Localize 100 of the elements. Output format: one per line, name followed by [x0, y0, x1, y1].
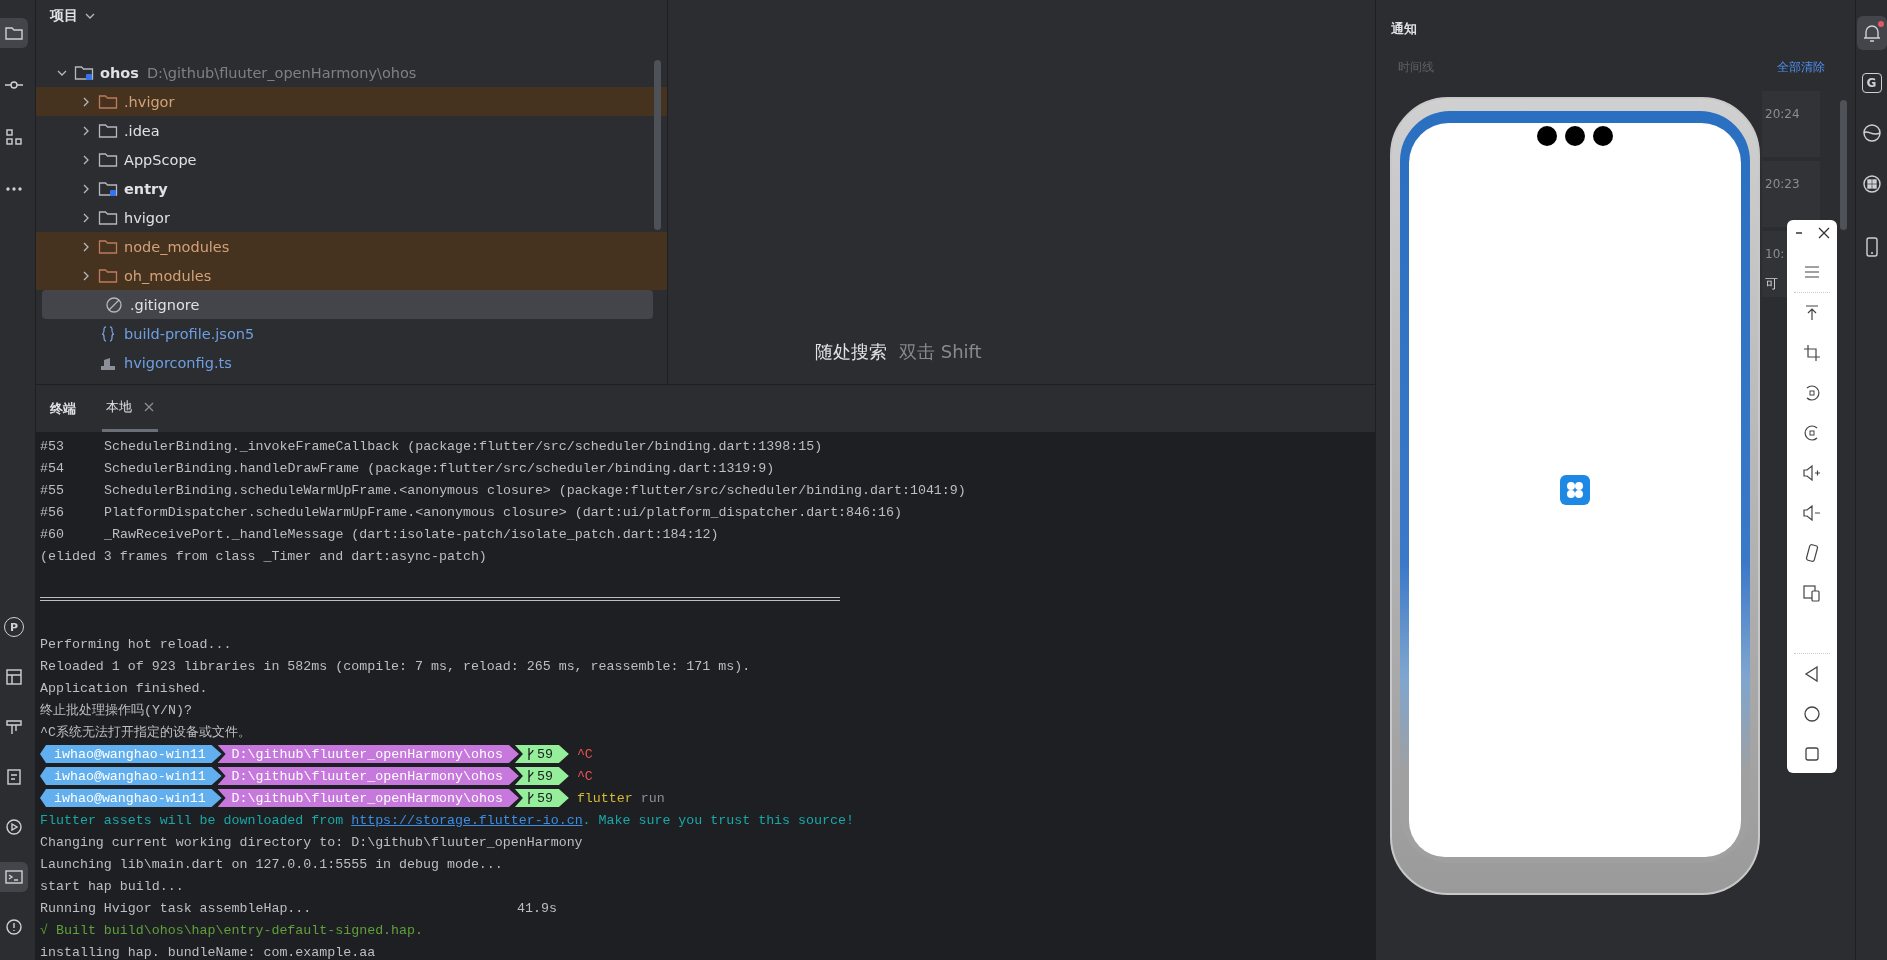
command-args: run [640, 790, 665, 806]
volume-down-icon[interactable] [1802, 503, 1822, 523]
success-line: √ Built build\ohos\hap\entry-default-signed.hap. [40, 922, 423, 938]
file-name: hvigor [124, 209, 170, 226]
terminal-tab[interactable]: 本地 [102, 385, 158, 432]
branch-icon [526, 747, 535, 761]
command-text: ^C [576, 768, 593, 784]
tree-item[interactable]: hvigorconfig.ts [36, 348, 667, 377]
notifications-title: 通知 [1391, 20, 1417, 38]
tree-item[interactable]: .hvigor [36, 87, 667, 116]
module-folder-icon [98, 179, 118, 198]
tree-item[interactable]: hvigor [36, 203, 667, 232]
volume-up-icon[interactable] [1802, 463, 1822, 483]
frame-number: #60 [40, 526, 65, 542]
clear-all-link[interactable]: 全部清除 [1777, 58, 1825, 76]
notification-card[interactable]: 20:23 [1762, 161, 1820, 227]
stack-frame: SchedulerBinding.scheduleWarmUpFrame.<anonymous closure> (package:flutter/src/scheduler/binding.dart:1041:9) [104, 482, 966, 498]
close-icon[interactable] [1817, 226, 1831, 240]
frame-number: #56 [40, 504, 65, 520]
branch-icon [526, 769, 535, 783]
camera-icon [1537, 125, 1613, 147]
frame-number: #53 [40, 438, 65, 454]
file-name: entry [124, 180, 168, 197]
file-name: AppScope [124, 151, 197, 168]
tree-item[interactable]: .idea [36, 116, 667, 145]
search-everywhere-hint: 随处搜索 [815, 340, 887, 364]
prompt-user-segment: iwhao@wanghao-win11 [40, 745, 222, 763]
prompt-user-segment: iwhao@wanghao-win11 [40, 789, 222, 807]
project-icon[interactable] [0, 18, 28, 48]
prompt-path-segment: D:\github\fluuter_openHarmony\ohos [217, 789, 519, 807]
recents-icon[interactable] [1802, 744, 1822, 764]
output-line: installing hap. bundleName: com.example.aa [40, 944, 376, 960]
notification-text: 可 [1765, 275, 1778, 293]
folder-path: D:\github\fluuter_openHarmony\ohos [146, 64, 417, 81]
command-text: flutter [576, 790, 633, 806]
file-name: hvigorconfig.ts [124, 354, 232, 371]
output-line: start hap build... [40, 878, 184, 894]
output-line: (elided 3 frames from class _Timer and dart:async-patch) [40, 548, 487, 564]
app-icon[interactable] [1560, 475, 1590, 505]
folder-icon [98, 121, 118, 140]
frame-number: #55 [40, 482, 65, 498]
tree-item[interactable]: .gitignore [42, 290, 653, 319]
output-line: Performing hot reload... [40, 636, 232, 652]
file-name: .gitignore [130, 296, 200, 313]
stack-frame: PlatformDispatcher.scheduleWarmUpFrame.<anonymous closure> (dart:ui/platform_dispatcher.dart:846:16) [104, 504, 902, 520]
multi-device-icon[interactable] [1802, 583, 1822, 603]
crop-icon[interactable] [1802, 343, 1822, 363]
tree-item[interactable]: entry [36, 174, 667, 203]
folder-icon [98, 208, 118, 227]
output-line: Changing current working directory to: D:\github\fluuter_openHarmony [40, 834, 583, 850]
branch-count: 59 [536, 768, 553, 784]
branch-count: 59 [536, 790, 553, 806]
home-icon[interactable] [1802, 704, 1822, 724]
scrollbar[interactable] [654, 60, 661, 230]
folder-icon [98, 150, 118, 169]
tab-label: 本地 [106, 398, 132, 416]
notification-time: 20:23 [1765, 177, 1800, 191]
output-line: Reloaded 1 of 923 libraries in 582ms (compile: 7 ms, reload: 265 ms, reassemble: 171 ms). [40, 658, 751, 674]
project-view-dropdown[interactable]: 项目 [44, 3, 102, 29]
no-entry-icon [104, 295, 124, 314]
output-line: 终止批处理操作吗(Y/N)? [40, 702, 192, 719]
frame-number: #54 [40, 460, 65, 476]
task-line: Running Hvigor task assembleHap... [40, 900, 313, 916]
tree-item[interactable]: build-profile.json5 [36, 319, 667, 348]
terminal-title: 终端 [50, 399, 76, 418]
branch-count: 59 [536, 746, 553, 762]
terminal-icon[interactable] [0, 862, 28, 892]
stack-frame: SchedulerBinding.handleDrawFrame (package:flutter/src/scheduler/binding.dart:1319:9) [104, 460, 775, 476]
prompt-path-segment: D:\github\fluuter_openHarmony\ohos [217, 767, 519, 785]
output-line: Application finished. [40, 680, 208, 696]
link[interactable]: https://storage.flutter-io.cn [351, 812, 583, 828]
file-name: oh_modules [124, 267, 212, 284]
output-line: ^C系统无法打开指定的设备或文件。 [40, 724, 251, 741]
notification-time: 10: [1765, 247, 1785, 261]
file-name: .hvigor [124, 93, 175, 110]
folder-icon [98, 266, 118, 285]
scrollbar[interactable] [1840, 100, 1847, 230]
notice-line: Flutter assets will be downloaded from https://storage.flutter-io.cn. Make sure you trust this source! [40, 812, 854, 828]
notification-time: 20:24 [1765, 107, 1800, 121]
stack-frame: _RawReceivePort._handleMessage (dart:isolate-patch/isolate_patch.dart:184:12) [104, 526, 719, 542]
folder-icon [98, 237, 118, 256]
task-duration: 41.9s [517, 900, 557, 916]
tree-item[interactable]: AppScope [36, 145, 667, 174]
module-folder-icon [74, 63, 94, 82]
notification-card[interactable]: 20:24 [1762, 91, 1820, 157]
prompt-user-segment: iwhao@wanghao-win11 [40, 767, 222, 785]
folder-icon [98, 92, 118, 111]
file-name: ohos [100, 64, 139, 81]
stack-frame: SchedulerBinding._invokeFrameCallback (package:flutter/src/scheduler/binding.dart:1398:15) [104, 438, 823, 454]
file-name: .idea [124, 122, 160, 139]
shortcut-hint: 双击 Shift [899, 340, 982, 364]
tree-item[interactable]: node_modules [36, 232, 667, 261]
command-text: ^C [576, 746, 593, 762]
prompt-path-segment: D:\github\fluuter_openHarmony\ohos [217, 745, 519, 763]
branch-icon [526, 791, 535, 805]
tree-item[interactable]: ohos D:\github\fluuter_openHarmony\ohos [36, 58, 667, 87]
bell-icon[interactable] [1856, 16, 1887, 50]
tree-item[interactable]: oh_modules [36, 261, 667, 290]
output-line: Launching lib\main.dart on 127.0.0.1:5555 in debug mode... [40, 856, 503, 872]
file-name: node_modules [124, 238, 230, 255]
